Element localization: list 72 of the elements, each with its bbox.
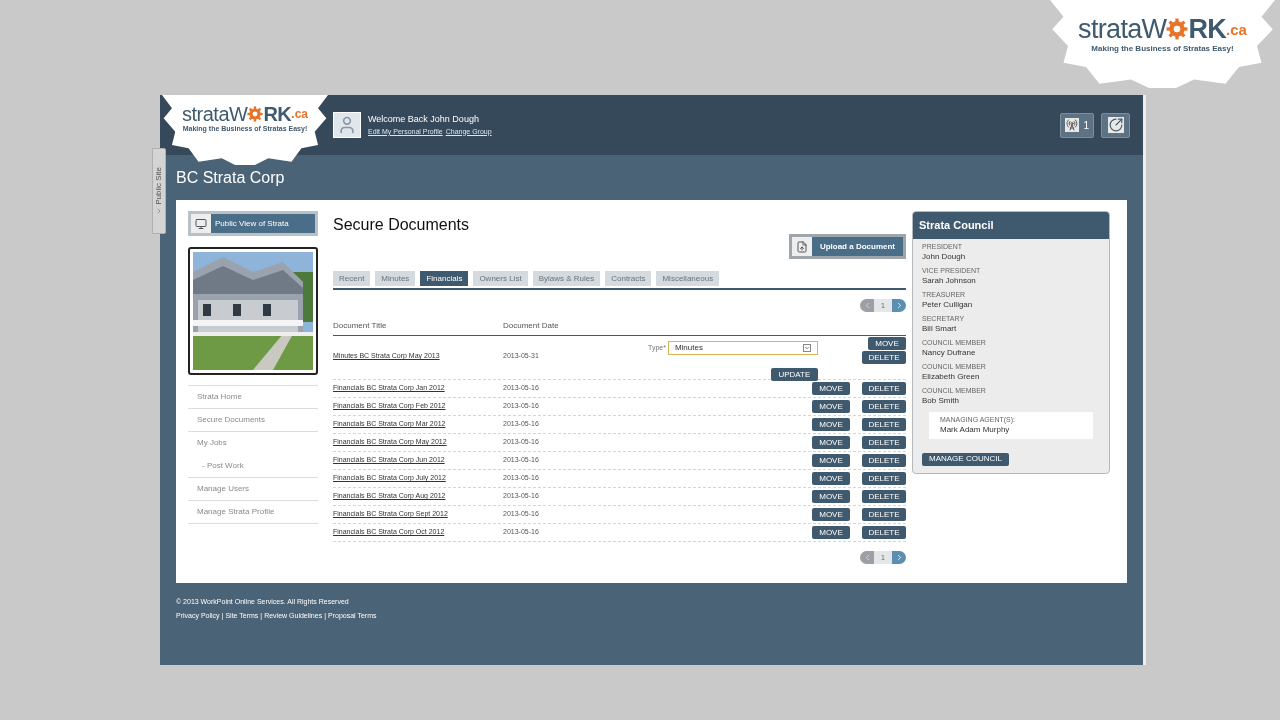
delete-button[interactable]: DELETE	[862, 400, 906, 413]
column-header: Document Title	[333, 320, 388, 332]
tab[interactable]: Bylaws & Rules	[532, 271, 601, 286]
notifications-button[interactable]: 1	[1060, 112, 1094, 138]
delete-button[interactable]: DELETE	[862, 490, 906, 503]
move-button[interactable]: MOVE	[812, 526, 850, 539]
column-header: Document Date	[503, 320, 559, 332]
sidebar-item[interactable]: Manage Users	[188, 477, 318, 500]
logo-wordmark: RK	[1188, 15, 1227, 43]
logo-wordmark: RK	[263, 103, 292, 124]
delete-button[interactable]: DELETE	[862, 418, 906, 431]
logo-wordmark: strataW	[1078, 15, 1167, 43]
sidebar-item[interactable]: Secure Documents	[188, 408, 318, 431]
document-icon	[795, 240, 808, 253]
move-button[interactable]: MOVE	[812, 400, 850, 413]
type-select[interactable]: Minutes	[667, 341, 818, 355]
next-page-button[interactable]	[892, 299, 906, 312]
antenna-icon	[1065, 118, 1080, 132]
move-button[interactable]: MOVE	[812, 490, 850, 503]
member-name: Bob Smith	[922, 395, 960, 407]
public-view-button[interactable]: Public View of Strata	[188, 211, 318, 236]
move-button[interactable]: MOVE	[868, 337, 906, 350]
dropdown-arrow-icon	[802, 344, 811, 352]
previous-page-button[interactable]	[860, 299, 875, 312]
delete-button[interactable]: DELETE	[862, 508, 906, 521]
previous-page-button[interactable]	[860, 551, 875, 564]
sidebar-item[interactable]: - Post Work	[188, 454, 318, 477]
page-title: BC Strata Corp	[176, 167, 285, 188]
gear-icon	[247, 105, 264, 122]
delete-button[interactable]: DELETE	[862, 436, 906, 449]
delete-button[interactable]: DELETE	[862, 351, 906, 364]
update-button[interactable]: UPDATE	[770, 368, 818, 381]
move-button[interactable]: MOVE	[812, 418, 850, 431]
sidebar-item[interactable]: Manage Strata Profile	[188, 500, 318, 523]
tab[interactable]: Minutes	[375, 271, 416, 286]
member-name: Nancy Dufrane	[922, 347, 977, 359]
tab[interactable]: Contracts	[605, 271, 652, 286]
move-button[interactable]: MOVE	[812, 508, 850, 521]
delete-button[interactable]: DELETE	[862, 382, 906, 395]
member-name: Elizabeth Green	[922, 371, 981, 383]
move-button[interactable]: MOVE	[812, 436, 850, 449]
member-name: Mark Adam Murphy	[940, 424, 1011, 436]
circle-arrow-icon	[1107, 117, 1124, 133]
member-name: John Dough	[922, 251, 967, 263]
move-button[interactable]: MOVE	[812, 454, 850, 467]
member-name: Peter Culligan	[922, 299, 974, 311]
next-page-button[interactable]	[892, 551, 906, 564]
member-name: Sarah Johnson	[922, 275, 977, 287]
manage-council-button[interactable]: MANAGE COUNCIL	[922, 452, 1009, 466]
sidebar-item[interactable]: Strata Home	[188, 385, 318, 408]
move-button[interactable]: MOVE	[812, 472, 850, 485]
tab[interactable]: Recent	[333, 271, 371, 286]
gear-icon	[1166, 18, 1189, 40]
move-button[interactable]: MOVE	[812, 382, 850, 395]
tab[interactable]: Miscellaneous	[656, 271, 720, 286]
member-name: Bill Smart	[922, 323, 958, 335]
section-heading: Secure Documents	[333, 215, 470, 235]
tab[interactable]: Financials	[420, 271, 469, 286]
logo-wordmark: strataW	[182, 103, 248, 124]
sidebar-item[interactable]: My Jobs	[188, 431, 318, 454]
action-button[interactable]	[1101, 112, 1130, 138]
tab[interactable]: Owners List	[473, 271, 528, 286]
logo-domain: .ca	[1226, 21, 1247, 37]
monitor-icon	[195, 217, 207, 230]
welcome-text: Welcome Back John Dough	[368, 113, 480, 126]
upload-button[interactable]: Upload a Document	[788, 234, 906, 259]
logo-domain: .ca	[291, 107, 308, 120]
delete-button[interactable]: DELETE	[862, 472, 906, 485]
logo-tagline: Making the Business of Stratas Easy!	[1091, 42, 1234, 55]
council-title: Strata Council	[919, 218, 994, 234]
delete-button[interactable]: DELETE	[862, 526, 906, 539]
delete-button[interactable]: DELETE	[862, 454, 906, 467]
